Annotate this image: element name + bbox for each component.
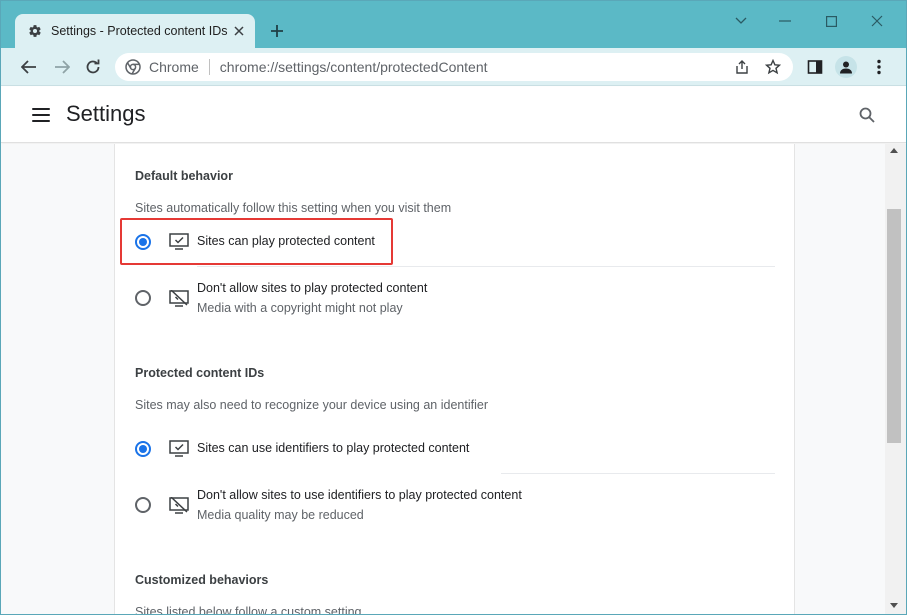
browser-toolbar: Chrome chrome://settings/content/protect… [1, 48, 906, 86]
radio-button[interactable] [135, 497, 151, 513]
option-label: Don't allow sites to play protected cont… [197, 281, 428, 295]
more-menu-icon[interactable] [868, 56, 890, 78]
option-sublabel: Media with a copyright might not play [197, 301, 403, 315]
section-subtitle-protected-content-ids: Sites may also need to recognize your de… [135, 398, 488, 412]
tab-title: Settings - Protected content IDs [51, 24, 228, 38]
side-panel-icon[interactable] [804, 56, 826, 78]
minimize-icon[interactable] [775, 11, 795, 31]
settings-card: Default behavior Sites automatically fol… [114, 144, 795, 614]
bookmark-star-icon[interactable] [763, 57, 783, 77]
settings-content: Default behavior Sites automatically fol… [1, 144, 885, 614]
radio-option-allow-identifiers[interactable]: Sites can use identifiers to play protec… [129, 433, 775, 473]
monitor-check-icon [169, 440, 189, 457]
page-title: Settings [66, 101, 146, 126]
scroll-down-arrow-icon[interactable] [890, 603, 898, 608]
section-title-customized-behaviors: Customized behaviors [135, 573, 269, 587]
chrome-logo-icon [125, 59, 141, 75]
radio-option-block-identifiers[interactable]: Don't allow sites to use identifiers to … [129, 481, 775, 529]
new-tab-plus-icon[interactable] [267, 21, 287, 41]
omnibox-separator [208, 59, 210, 75]
divider [197, 266, 775, 267]
section-subtitle-customized-behaviors: Sites listed below follow a custom setti… [135, 605, 362, 614]
maximize-icon[interactable] [821, 11, 841, 31]
tab-settings[interactable]: Settings - Protected content IDs [15, 14, 255, 48]
menu-icon[interactable] [31, 105, 51, 125]
reload-icon[interactable] [82, 56, 104, 78]
radio-option-block-protected-content[interactable]: Don't allow sites to play protected cont… [129, 274, 775, 322]
close-icon[interactable] [231, 23, 247, 39]
settings-header: Settings [1, 87, 906, 143]
divider [501, 473, 775, 474]
omnibox-chrome-label: Chrome [149, 59, 199, 75]
scrollbar-thumb[interactable] [887, 209, 901, 443]
profile-avatar-icon[interactable] [835, 56, 857, 78]
chevron-down-icon[interactable] [731, 11, 751, 31]
section-subtitle-default-behavior: Sites automatically follow this setting … [135, 201, 452, 215]
monitor-off-icon [169, 497, 189, 514]
address-bar[interactable]: Chrome chrome://settings/content/protect… [115, 53, 793, 81]
back-arrow-icon[interactable] [18, 56, 40, 78]
option-label: Don't allow sites to use identifiers to … [197, 488, 522, 502]
forward-arrow-icon[interactable] [51, 56, 73, 78]
option-sublabel: Media quality may be reduced [197, 508, 364, 522]
share-icon[interactable] [732, 57, 752, 77]
tab-strip: Settings - Protected content IDs [1, 1, 906, 48]
window-close-icon[interactable] [867, 11, 887, 31]
section-title-default-behavior: Default behavior [135, 169, 233, 183]
scroll-up-arrow-icon[interactable] [890, 148, 898, 153]
gear-icon [27, 23, 43, 39]
radio-button[interactable] [135, 290, 151, 306]
section-title-protected-content-ids: Protected content IDs [135, 366, 265, 380]
page-scrollbar[interactable] [885, 144, 906, 614]
url-text[interactable]: chrome://settings/content/protectedConte… [220, 59, 488, 75]
radio-button-selected[interactable] [135, 441, 151, 457]
highlight-annotation-box [120, 218, 393, 265]
browser-window: Settings - Protected content IDs Chrome … [0, 0, 907, 615]
search-icon[interactable] [857, 105, 877, 125]
option-label: Sites can use identifiers to play protec… [197, 441, 470, 455]
monitor-off-icon [169, 290, 189, 307]
